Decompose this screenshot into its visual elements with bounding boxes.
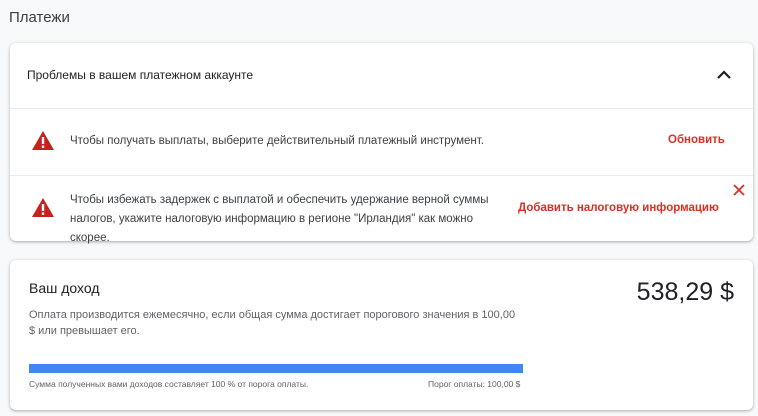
- income-card: Ваш доход 538,29 $ Оплата производится е…: [10, 260, 753, 410]
- payment-issues-card: Проблемы в вашем платежном аккаунте Чтоб…: [10, 43, 753, 244]
- progress-fill: [29, 364, 523, 373]
- warning-icon: [31, 130, 55, 151]
- issue-text: Чтобы избежать задержек с выплатой и обе…: [70, 194, 489, 244]
- threshold-caption: Порог оплаты: 100,00 $: [428, 379, 521, 389]
- payment-threshold-progress-bar: [29, 364, 523, 373]
- income-description: Оплата производится ежемесячно, если общ…: [29, 309, 516, 337]
- add-tax-info-button[interactable]: Добавить налоговую информацию: [518, 202, 719, 214]
- page-title: Платежи: [9, 9, 70, 26]
- issue-row-tax-info: Чтобы избежать задержек с выплатой и обе…: [10, 176, 753, 244]
- income-amount: 538,29 $: [636, 278, 734, 306]
- issues-title: Проблемы в вашем платежном аккаунте: [27, 68, 254, 82]
- close-icon[interactable]: [732, 183, 746, 197]
- issue-text: Чтобы получать выплаты, выберите действи…: [70, 135, 484, 147]
- update-button[interactable]: Обновить: [668, 134, 725, 146]
- chevron-up-icon[interactable]: [714, 66, 734, 84]
- issue-row-payment-method: Чтобы получать выплаты, выберите действи…: [10, 109, 753, 176]
- warning-icon: [31, 197, 55, 218]
- progress-caption: Сумма полученных вами доходов составляет…: [29, 379, 309, 389]
- income-title: Ваш доход: [29, 280, 100, 296]
- issues-header[interactable]: Проблемы в вашем платежном аккаунте: [10, 43, 753, 109]
